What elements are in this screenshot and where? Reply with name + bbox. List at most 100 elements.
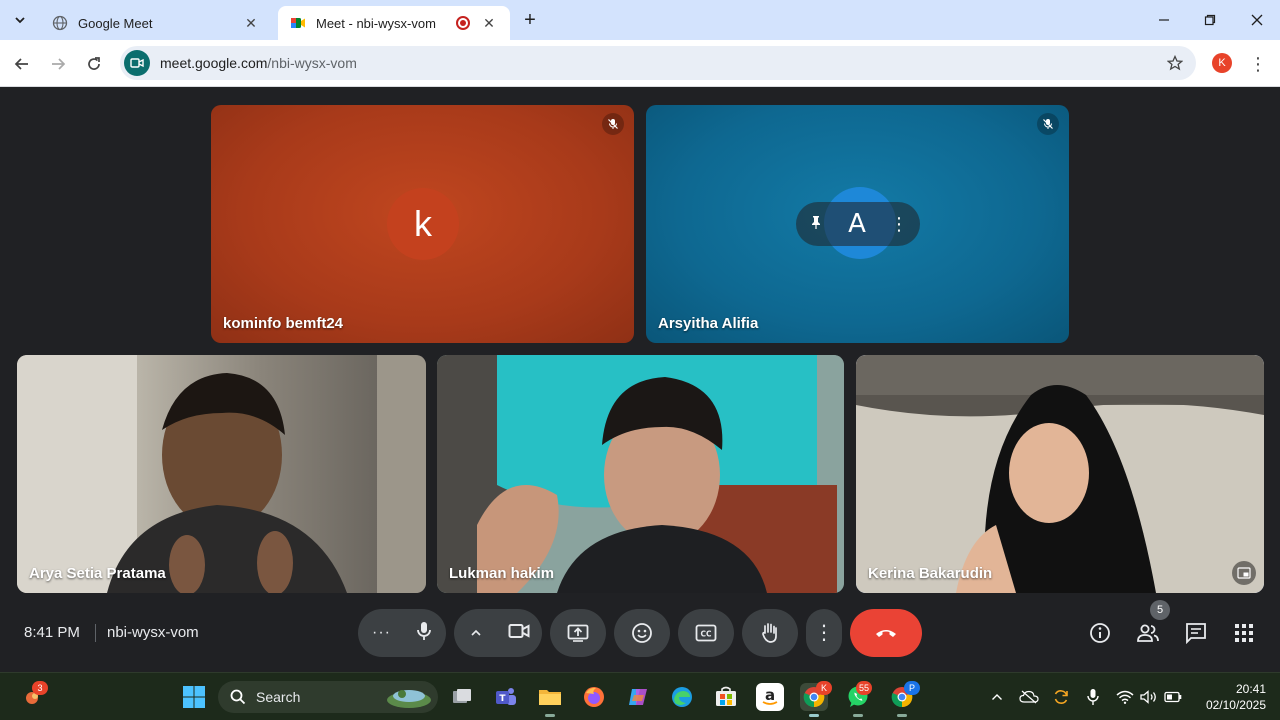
more-options-icon[interactable]: ⋮ [890,215,908,233]
minimize-button[interactable] [1141,6,1187,34]
participant-tile-lukman[interactable]: Lukman hakim [437,355,844,593]
forward-button[interactable] [44,50,72,78]
tile-hover-controls: A ⋮ [796,202,920,246]
video-feed-image [856,355,1264,593]
chrome-profile-badge: K [816,681,832,695]
back-button[interactable] [8,50,36,78]
arrow-right-icon [52,58,66,70]
chevron-down-icon [15,17,25,24]
present-screen-button[interactable] [550,609,606,657]
camera-icon [508,623,530,638]
participant-tile-arya[interactable]: Arya Setia Pratama [17,355,426,593]
copilot-icon [629,689,647,705]
profile-avatar[interactable]: K [1212,53,1232,73]
participant-name: Lukman hakim [449,565,555,582]
tab-title: Meet - nbi-wysx-vom [316,15,436,31]
info-icon [1090,623,1110,643]
participant-count-badge: 5 [1150,600,1170,620]
microphone-tray[interactable] [1083,687,1103,707]
clock-time: 20:41 [1235,682,1266,696]
participant-tile-kominfo[interactable]: k kominfo bemft24 [211,105,634,343]
store-icon [716,686,736,706]
battery-tray[interactable] [1163,687,1183,707]
restore-icon [1204,14,1216,26]
participant-tile-arsyitha[interactable]: A ⋮ Arsyitha Alifia [646,105,1069,343]
svg-text:CC: CC [700,630,712,639]
teams-app[interactable]: T [492,683,520,711]
reactions-button[interactable] [614,609,670,657]
tab-google-meet[interactable]: Google Meet ✕ [40,6,272,40]
start-button[interactable] [180,683,208,711]
edge-icon [672,687,692,707]
pin-icon[interactable] [808,214,824,235]
end-call-button[interactable] [850,609,922,657]
reload-icon [88,57,100,70]
amazon-app[interactable]: a [756,683,784,711]
volume-tray[interactable] [1139,687,1159,707]
close-tab-icon[interactable]: ✕ [242,14,260,32]
audio-control-group: ··· [358,609,446,657]
picture-in-picture-icon[interactable] [1232,561,1256,585]
onedrive-tray[interactable] [1019,687,1039,707]
minimize-icon [1159,19,1169,21]
tab-strip: Google Meet ✕ Meet - nbi-wysx-vom ✕ + [0,0,1280,40]
hand-icon [762,623,777,643]
task-view-icon [453,689,471,703]
network-tray[interactable] [1115,687,1135,707]
recording-icon [456,16,470,30]
microphone-button[interactable] [416,621,432,646]
chevron-up-icon [992,694,1002,700]
show-hidden-icons[interactable] [987,687,1007,707]
reload-button[interactable] [80,50,108,78]
edge-app[interactable] [668,683,696,711]
activities-button[interactable] [1231,620,1257,646]
wifi-icon [1116,690,1134,704]
sync-tray[interactable] [1051,687,1071,707]
close-tab-icon[interactable]: ✕ [480,14,498,32]
microsoft-store-app[interactable] [712,683,740,711]
audio-options-icon[interactable]: ··· [372,624,391,642]
globe-icon [52,15,68,31]
participant-name: Arsyitha Alifia [658,315,759,332]
participant-tile-kerina[interactable]: Kerina Bakarudin [856,355,1264,593]
browser-menu-icon[interactable]: ⋮ [1248,52,1268,76]
site-info-icon[interactable] [124,50,150,76]
more-options-button[interactable]: ⋮ [806,609,842,657]
restore-button[interactable] [1187,6,1233,34]
close-icon [1251,14,1263,26]
url-text: meet.google.com/nbi-wysx-vom [160,55,357,71]
address-bar[interactable]: meet.google.com/nbi-wysx-vom [120,46,1196,80]
meeting-code: nbi-wysx-vom [107,624,199,641]
chevron-up-icon[interactable] [470,624,482,642]
chrome-profile-badge-p: P [904,681,920,695]
more-vert-icon: ⋮ [814,622,834,644]
search-icon [230,689,246,705]
amazon-icon: a [762,686,778,705]
system-clock[interactable]: 20:41 02/10/2025 [1196,681,1266,713]
task-view-button[interactable] [448,683,476,711]
new-tab-button[interactable]: + [518,8,542,32]
search-placeholder: Search [256,689,301,705]
chat-button[interactable] [1183,620,1209,646]
firefox-app[interactable] [580,683,608,711]
meeting-controls-bar: 8:41 PM nbi-wysx-vom ··· CC ⋮ 5 [0,600,1280,672]
chat-icon [1186,623,1206,644]
copilot-app[interactable] [624,683,652,711]
people-button[interactable] [1135,620,1161,646]
cloud-icon [1019,690,1039,704]
battery-icon [1164,691,1182,703]
tab-search-button[interactable] [8,8,32,32]
bookmark-star-icon[interactable] [1164,52,1186,74]
taskbar-search[interactable]: Search [218,681,438,713]
captions-button[interactable]: CC [678,609,734,657]
captions-icon: CC [695,624,717,642]
camera-button[interactable] [508,623,530,644]
raise-hand-button[interactable] [742,609,798,657]
clock-date: 02/10/2025 [1205,698,1266,712]
apps-grid-icon [1235,624,1253,642]
file-explorer-app[interactable] [536,683,564,711]
windows-logo-icon [183,686,205,708]
meeting-details-button[interactable] [1087,620,1113,646]
tab-meet-active[interactable]: Meet - nbi-wysx-vom ✕ [278,6,510,40]
close-window-button[interactable] [1234,6,1280,34]
